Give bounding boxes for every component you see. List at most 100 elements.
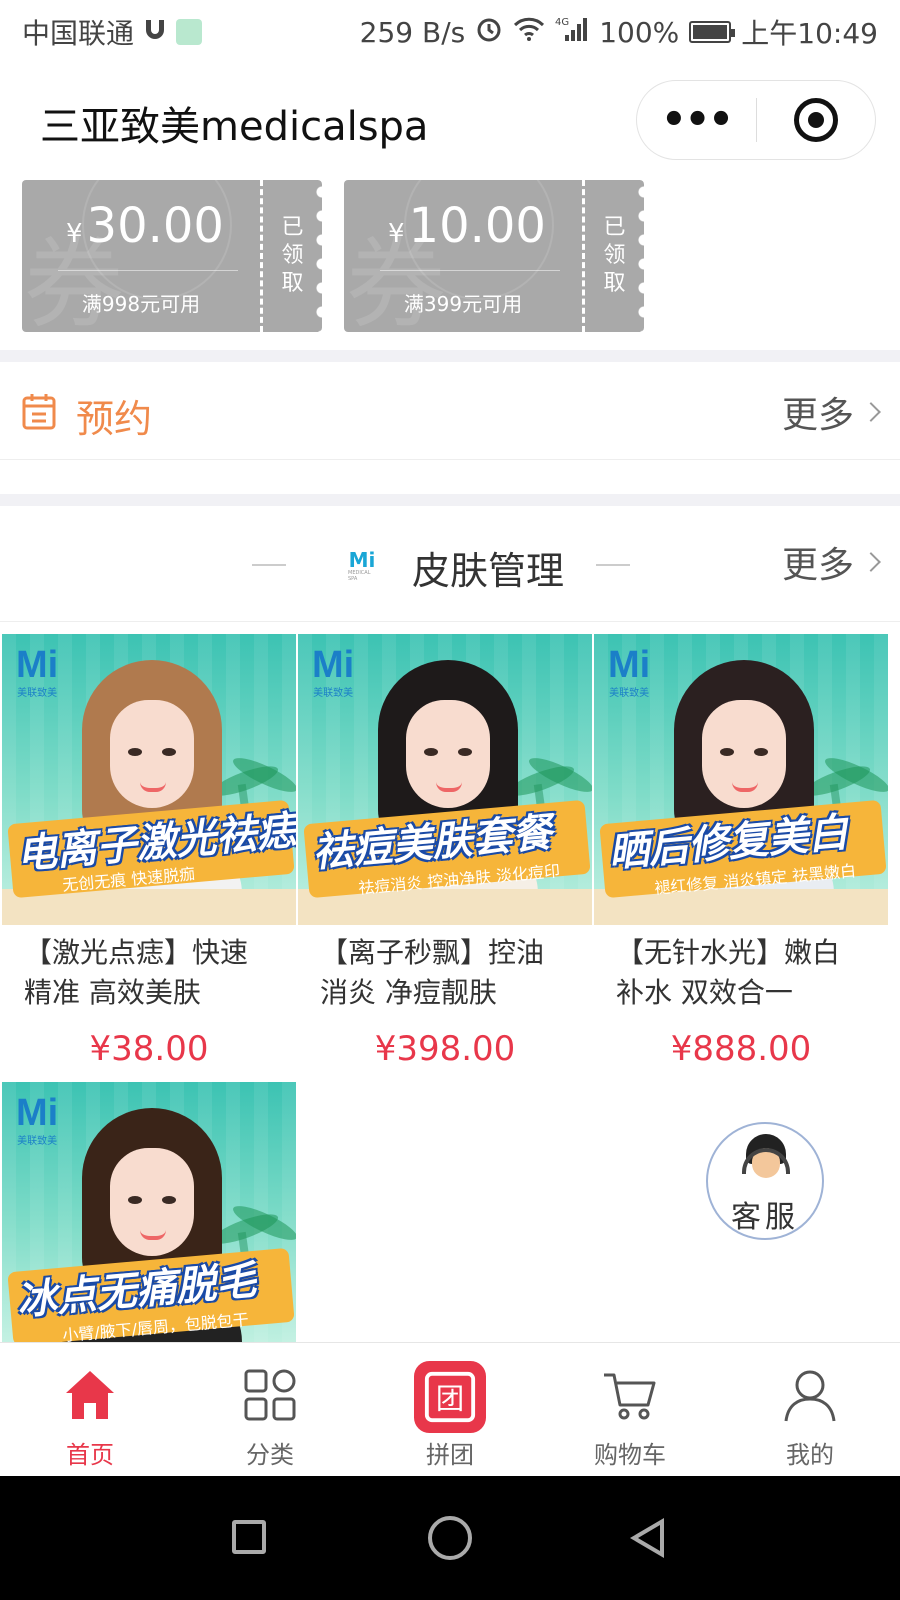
user-icon [784, 1370, 836, 1422]
title-dash-right [596, 564, 630, 566]
chevron-right-icon [861, 402, 881, 422]
appointment-row[interactable]: 预约 更多 [0, 362, 900, 460]
status-bar: 中国联通 259 B/s 4G 100% 上午10:49 [0, 0, 900, 62]
brand-logo-icon: Mi 美联致美 [16, 646, 58, 699]
battery-percent: 100% [599, 15, 680, 49]
logo-sub: MEDICAL SPA [348, 570, 371, 582]
brand-mark: Mi [16, 644, 59, 686]
tab-category[interactable]: 分类 [180, 1343, 360, 1477]
signal-icon: 4G [555, 15, 589, 50]
home-icon [66, 1371, 114, 1419]
model-eye [424, 748, 438, 756]
system-navigation-bar [0, 1476, 900, 1600]
product-card[interactable]: Mi 美联致美 祛痘美肤套餐 祛痘消炎 控油净肤 淡化痘印 【离子秒飘】控油消炎 … [298, 634, 592, 1069]
section-title: 皮肤管理 [412, 549, 565, 593]
model-eye [458, 748, 472, 756]
customer-service-label: 客服 [731, 1200, 799, 1235]
support-agent-icon [742, 1134, 790, 1184]
coupon-card[interactable]: 券 ¥30.00 满998元可用 已领取 [22, 180, 322, 332]
model-eye [128, 748, 142, 756]
product-image[interactable]: Mi 美联致美 电离子激光祛痣 无创无痕 快速脱痂 [2, 634, 296, 925]
network-type: 4G [555, 17, 569, 28]
product-image[interactable]: Mi 美联致美 祛痘美肤套餐 祛痘消炎 控油净肤 淡化痘印 [298, 634, 592, 925]
product-image[interactable]: Mi 美联致美 冰点无痛脱毛 小臂/腋下/唇周，包脱包干 [2, 1082, 296, 1342]
clock: 上午10:49 [741, 17, 878, 50]
product-title[interactable]: 【离子秒飘】控油消炎 净痘靓肤 [298, 933, 592, 1013]
brand-mark: Mi [16, 1092, 59, 1134]
skin-care-section-header: Mi MEDICAL SPA 皮肤管理 更多 [0, 506, 900, 622]
coupon-divider [58, 270, 238, 271]
tab-label: 我的 [786, 1441, 834, 1469]
coupon-divider [380, 270, 560, 271]
brand-logo-icon: Mi 美联致美 [312, 646, 354, 699]
alarm-icon [475, 15, 503, 50]
coupon-card[interactable]: 券 ¥10.00 满399元可用 已领取 [344, 180, 644, 332]
home-button[interactable] [428, 1516, 472, 1560]
category-grid-icon [244, 1369, 296, 1421]
coupon-body: 券 ¥10.00 满399元可用 [344, 180, 582, 332]
customer-service-button[interactable]: 客服 [706, 1122, 824, 1240]
brand-sub: 美联致美 [609, 688, 650, 699]
tab-label: 拼团 [426, 1441, 474, 1469]
section-divider [0, 350, 900, 362]
brand-sub: 美联致美 [17, 688, 58, 699]
coupon-condition: 满399元可用 [403, 292, 523, 316]
coupon-value: 30.00 [86, 198, 224, 254]
product-price: ¥38.00 [89, 1029, 209, 1069]
coupon-status-text: 已领取 [281, 215, 304, 296]
currency-symbol: ¥ [66, 219, 83, 249]
more-dots-icon[interactable]: ••• [637, 81, 756, 159]
group-buy-icon: 团 [414, 1361, 486, 1433]
brand-mark: Mi [608, 644, 651, 686]
product-card[interactable]: Mi 美联致美 晒后修复美白 褪红修复 消炎镇定 祛黑嫩白 【无针水光】嫩白补水 … [594, 634, 888, 1069]
appointment-more-link[interactable]: 更多 [781, 386, 881, 438]
calendar-icon [22, 394, 56, 430]
coupon-amount: ¥30.00 [66, 198, 224, 254]
model-eye [754, 748, 768, 756]
coupon-body: 券 ¥30.00 满998元可用 [22, 180, 260, 332]
appointment-label: 预约 [76, 397, 153, 441]
model-eye [128, 1196, 142, 1204]
section-more-link[interactable]: 更多 [781, 536, 881, 588]
tab-label: 购物车 [594, 1441, 666, 1469]
more-label: 更多 [781, 395, 854, 436]
brand-logo-icon: Mi MEDICAL SPA [348, 548, 376, 582]
group-buy-icon-text: 团 [436, 1383, 464, 1416]
tab-label: 分类 [246, 1441, 294, 1469]
wifi-icon [513, 16, 545, 49]
product-image[interactable]: Mi 美联致美 晒后修复美白 褪红修复 消炎镇定 祛黑嫩白 [594, 634, 888, 925]
product-card[interactable]: Mi 美联致美 冰点无痛脱毛 小臂/腋下/唇周，包脱包干 [2, 1082, 296, 1342]
back-button[interactable] [630, 1518, 664, 1558]
coupon-status: 已领取 [260, 180, 322, 332]
tab-cart[interactable]: 购物车 [540, 1343, 720, 1477]
brand-sub: 美联致美 [313, 688, 354, 699]
product-title[interactable]: 【无针水光】嫩白补水 双效合一 [594, 933, 888, 1013]
logo-mark: Mi [348, 548, 376, 572]
brand-mark: Mi [312, 644, 355, 686]
title-dash-left [252, 564, 286, 566]
recents-button[interactable] [232, 1520, 266, 1554]
notification-icon [142, 16, 168, 49]
product-price: ¥398.00 [374, 1029, 516, 1069]
chevron-right-icon [861, 552, 881, 572]
carrier-label: 中国联通 [22, 17, 135, 50]
model-eye [720, 748, 734, 756]
tab-label: 首页 [66, 1441, 114, 1469]
brand-sub: 美联致美 [17, 1136, 58, 1147]
coupon-value: 10.00 [408, 198, 546, 254]
app-notification-icon [176, 19, 203, 45]
page-title: 三亚致美medicalspa [40, 104, 429, 150]
product-price: ¥888.00 [670, 1029, 812, 1069]
model-eye [162, 748, 176, 756]
tab-group-buy[interactable]: 团 拼团 [360, 1343, 540, 1477]
product-title[interactable]: 【激光点痣】快速精准 高效美肤 [2, 933, 296, 1013]
more-label: 更多 [781, 545, 854, 586]
coupon-status-text: 已领取 [603, 215, 626, 296]
product-card[interactable]: Mi 美联致美 电离子激光祛痣 无创无痕 快速脱痂 【激光点痣】快速精准 高效美肤… [2, 634, 296, 1069]
tab-home[interactable]: 首页 [0, 1343, 180, 1477]
coupon-amount: ¥10.00 [388, 198, 546, 254]
status-left: 中国联通 [22, 12, 203, 52]
coupon-condition: 满998元可用 [81, 292, 201, 316]
tab-profile[interactable]: 我的 [720, 1343, 900, 1477]
close-mini-program-button[interactable] [757, 81, 875, 159]
